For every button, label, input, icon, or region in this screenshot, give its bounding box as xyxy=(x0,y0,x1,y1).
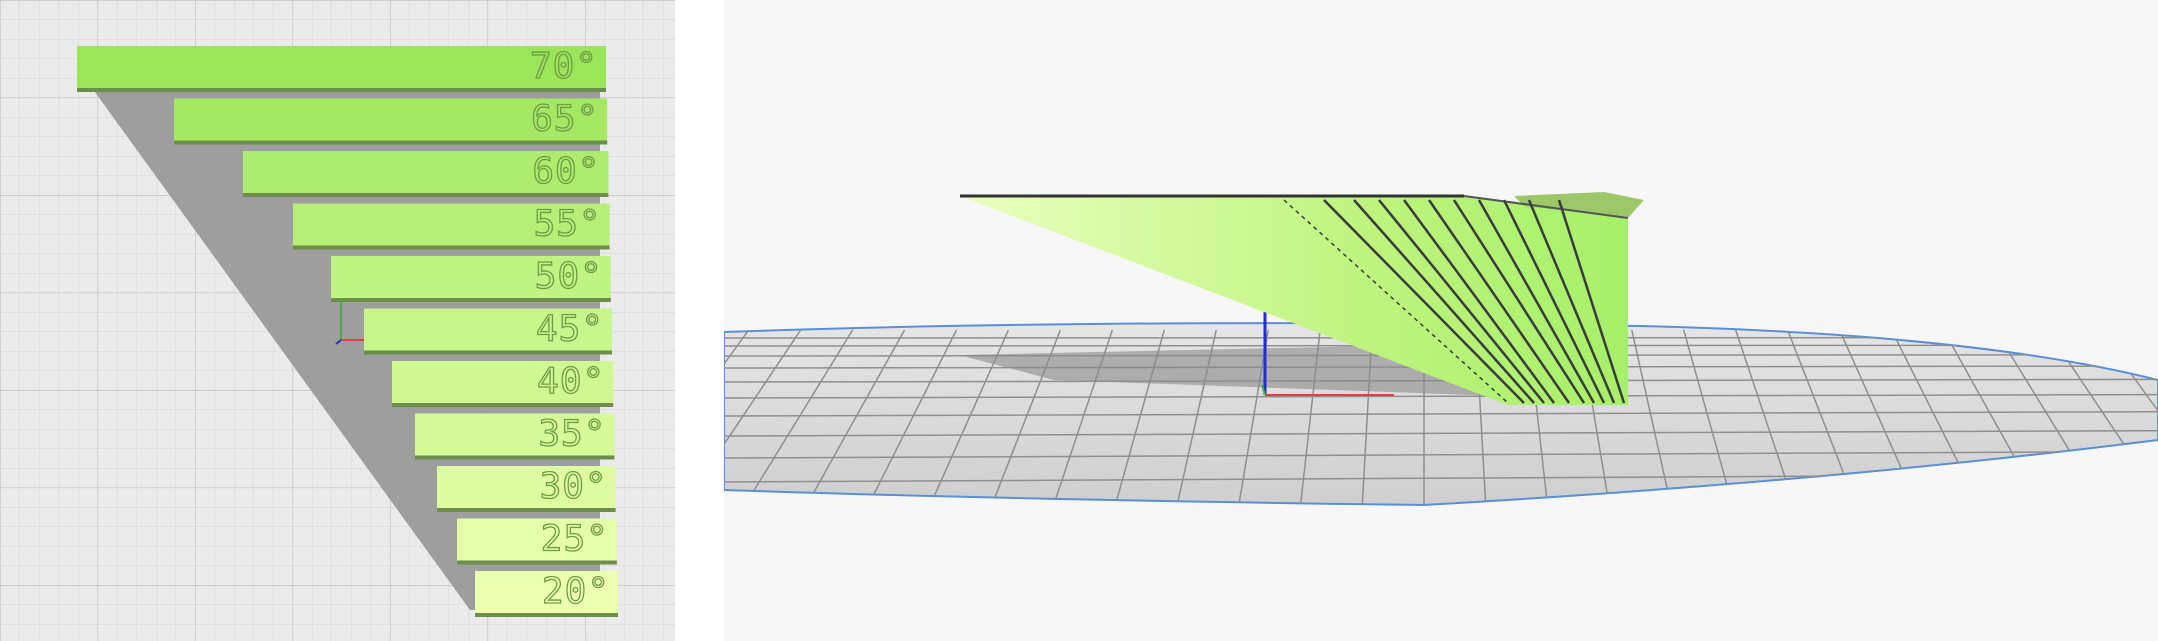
overhang-step: 35° xyxy=(415,413,615,460)
overhang-step: 25° xyxy=(457,518,617,565)
angle-label: 50° xyxy=(535,256,603,297)
top-view-canvas[interactable]: 70° 65° 60° 55° 50° 45° 40° 35° 30° 25° 20° xyxy=(0,0,675,641)
step-edge xyxy=(475,613,618,617)
angle-label: 65° xyxy=(531,99,599,140)
angle-label: 25° xyxy=(541,519,609,560)
overhang-step: 70° xyxy=(77,45,606,92)
overhang-step: 50° xyxy=(331,255,611,302)
step-edge xyxy=(331,298,611,302)
step-edge xyxy=(392,403,614,407)
angle-label: 45° xyxy=(536,309,604,350)
overhang-step: 20° xyxy=(475,570,618,617)
angle-label: 55° xyxy=(534,204,602,245)
angle-label: 40° xyxy=(537,361,605,402)
step-edge xyxy=(457,560,617,565)
overhang-step: 65° xyxy=(174,98,608,145)
overhang-step: 45° xyxy=(364,308,612,355)
angle-label: 70° xyxy=(530,46,598,87)
angle-label: 60° xyxy=(532,151,600,192)
step-edge xyxy=(174,140,608,145)
step-edge xyxy=(293,245,610,250)
step-edge xyxy=(77,88,606,92)
step-edge xyxy=(364,350,612,355)
step-edge xyxy=(415,455,615,460)
angle-label: 30° xyxy=(540,466,608,507)
side-view-viewport[interactable] xyxy=(724,0,2158,641)
step-face xyxy=(77,46,606,88)
step-edge xyxy=(437,508,616,512)
overhang-step: 60° xyxy=(243,150,609,197)
side-view-canvas[interactable] xyxy=(724,0,2158,641)
step-edge xyxy=(243,193,609,197)
overhang-step: 30° xyxy=(437,465,616,512)
overhang-step: 40° xyxy=(392,360,614,407)
overhang-step: 55° xyxy=(293,203,610,250)
angle-label: 35° xyxy=(538,414,606,455)
angle-label: 20° xyxy=(542,571,610,612)
top-view-viewport[interactable]: 70° 65° 60° 55° 50° 45° 40° 35° 30° 25° 20° xyxy=(0,0,675,641)
